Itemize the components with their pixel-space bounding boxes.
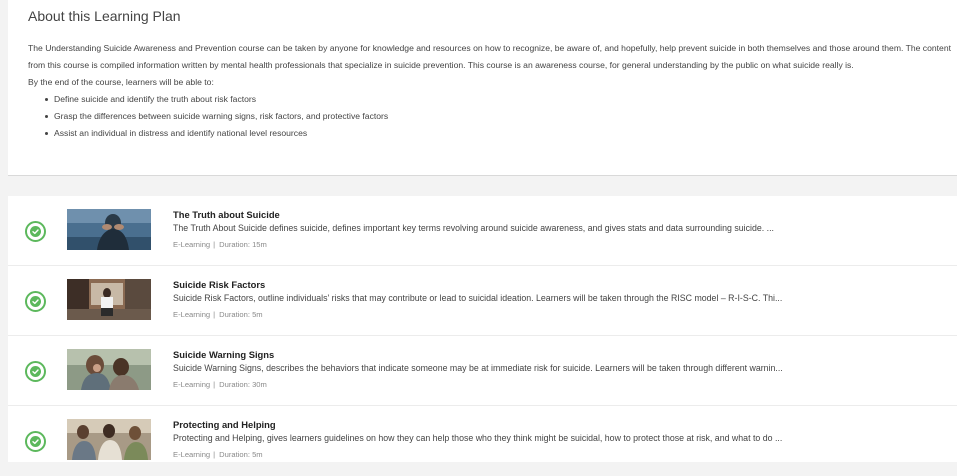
course-title[interactable]: The Truth about Suicide (173, 209, 280, 220)
course-row[interactable]: The Truth about Suicide The Truth About … (8, 196, 957, 266)
about-title: About this Learning Plan (28, 8, 181, 24)
person-distressed-thumbnail[interactable] (67, 209, 151, 250)
objectives-list: Define suicide and identify the truth ab… (28, 91, 957, 142)
about-description: The Understanding Suicide Awareness and … (28, 43, 951, 70)
course-description: The Truth About Suicide defines suicide,… (173, 223, 774, 233)
course-type: E-Learning (173, 380, 211, 389)
course-duration: Duration: 5m (219, 450, 263, 459)
group-support-thumbnail[interactable] (67, 419, 151, 460)
course-description: Protecting and Helping, gives learners g… (173, 433, 783, 443)
course-meta: E-Learning | Duration: 15m (173, 240, 267, 249)
meta-separator: | (213, 450, 216, 459)
course-title[interactable]: Suicide Warning Signs (173, 349, 274, 360)
meta-separator: | (213, 380, 216, 389)
course-title[interactable]: Suicide Risk Factors (173, 279, 265, 290)
objective-item: Assist an individual in distress and ide… (28, 125, 957, 142)
completed-check-icon (25, 291, 46, 312)
course-type: E-Learning (173, 450, 211, 459)
course-type: E-Learning (173, 310, 211, 319)
completed-check-icon (25, 431, 46, 452)
completed-check-icon (25, 361, 46, 382)
meta-separator: | (213, 240, 216, 249)
course-duration: Duration: 15m (219, 240, 267, 249)
course-title[interactable]: Protecting and Helping (173, 419, 276, 430)
completed-check-icon (25, 221, 46, 242)
about-intro: By the end of the course, learners will … (28, 77, 214, 87)
objective-item: Grasp the differences between suicide wa… (28, 108, 957, 125)
course-description: Suicide Warning Signs, describes the beh… (173, 363, 783, 373)
course-row[interactable]: Protecting and Helping Protecting and He… (8, 406, 957, 476)
course-list: The Truth about Suicide The Truth About … (8, 196, 957, 462)
objective-item: Define suicide and identify the truth ab… (28, 91, 957, 108)
course-description: Suicide Risk Factors, outline individual… (173, 293, 783, 303)
course-type: E-Learning (173, 240, 211, 249)
course-duration: Duration: 30m (219, 380, 267, 389)
person-sitting-alone-thumbnail[interactable] (67, 279, 151, 320)
course-meta: E-Learning | Duration: 5m (173, 310, 263, 319)
course-meta: E-Learning | Duration: 30m (173, 380, 267, 389)
course-row[interactable]: Suicide Risk Factors Suicide Risk Factor… (8, 266, 957, 336)
meta-separator: | (213, 310, 216, 319)
course-duration: Duration: 5m (219, 310, 263, 319)
learning-plan-about-section: About this Learning Plan The Understandi… (8, 0, 957, 176)
comforting-friend-thumbnail[interactable] (67, 349, 151, 390)
course-row[interactable]: Suicide Warning Signs Suicide Warning Si… (8, 336, 957, 406)
course-meta: E-Learning | Duration: 5m (173, 450, 263, 459)
